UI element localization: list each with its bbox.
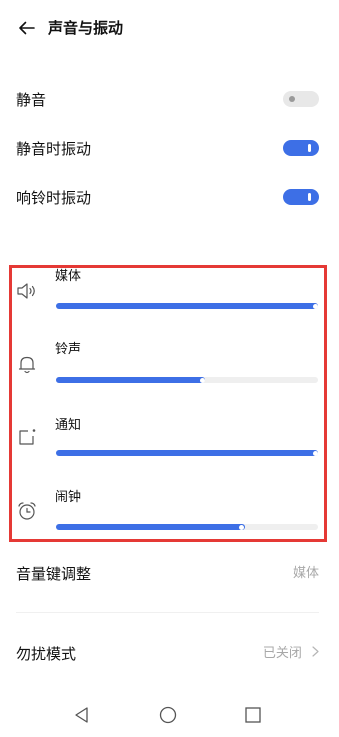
back-nav-icon[interactable] [72, 705, 92, 725]
chevron-right-icon [312, 646, 319, 657]
toggle-knob [308, 144, 311, 152]
dnd-value-group: 已关闭 [263, 645, 319, 663]
setting-row-vibrate-on-silent[interactable]: 静音时振动 [0, 129, 339, 169]
divider [16, 612, 319, 613]
page-title: 声音与振动 [48, 19, 124, 37]
setting-row-mute[interactable]: 静音 [0, 80, 339, 120]
system-nav-bar [0, 695, 339, 737]
home-nav-icon[interactable] [158, 705, 178, 725]
setting-row-vibrate-on-ring[interactable]: 响铃时振动 [0, 178, 339, 218]
back-arrow-icon[interactable] [17, 18, 37, 38]
toggle-knob [289, 96, 295, 102]
vibrate-on-silent-label: 静音时振动 [16, 140, 92, 158]
header-bar: 声音与振动 [0, 0, 339, 60]
recents-nav-icon[interactable] [243, 705, 263, 725]
highlight-box [9, 265, 327, 542]
vibrate-on-silent-toggle[interactable] [283, 140, 319, 156]
volume-keys-value: 媒体 [292, 566, 319, 581]
volume-keys-label: 音量键调整 [16, 565, 92, 583]
setting-row-dnd[interactable]: 勿扰模式 已关闭 [0, 634, 339, 674]
mute-label: 静音 [16, 91, 47, 109]
mute-toggle[interactable] [283, 91, 319, 107]
setting-row-volume-keys[interactable]: 音量键调整 媒体 [0, 554, 339, 594]
toggle-knob [308, 193, 311, 201]
dnd-label: 勿扰模式 [16, 645, 77, 663]
dnd-value: 已关闭 [262, 646, 302, 661]
vibrate-on-ring-toggle[interactable] [283, 189, 319, 205]
vibrate-on-ring-label: 响铃时振动 [16, 189, 92, 207]
